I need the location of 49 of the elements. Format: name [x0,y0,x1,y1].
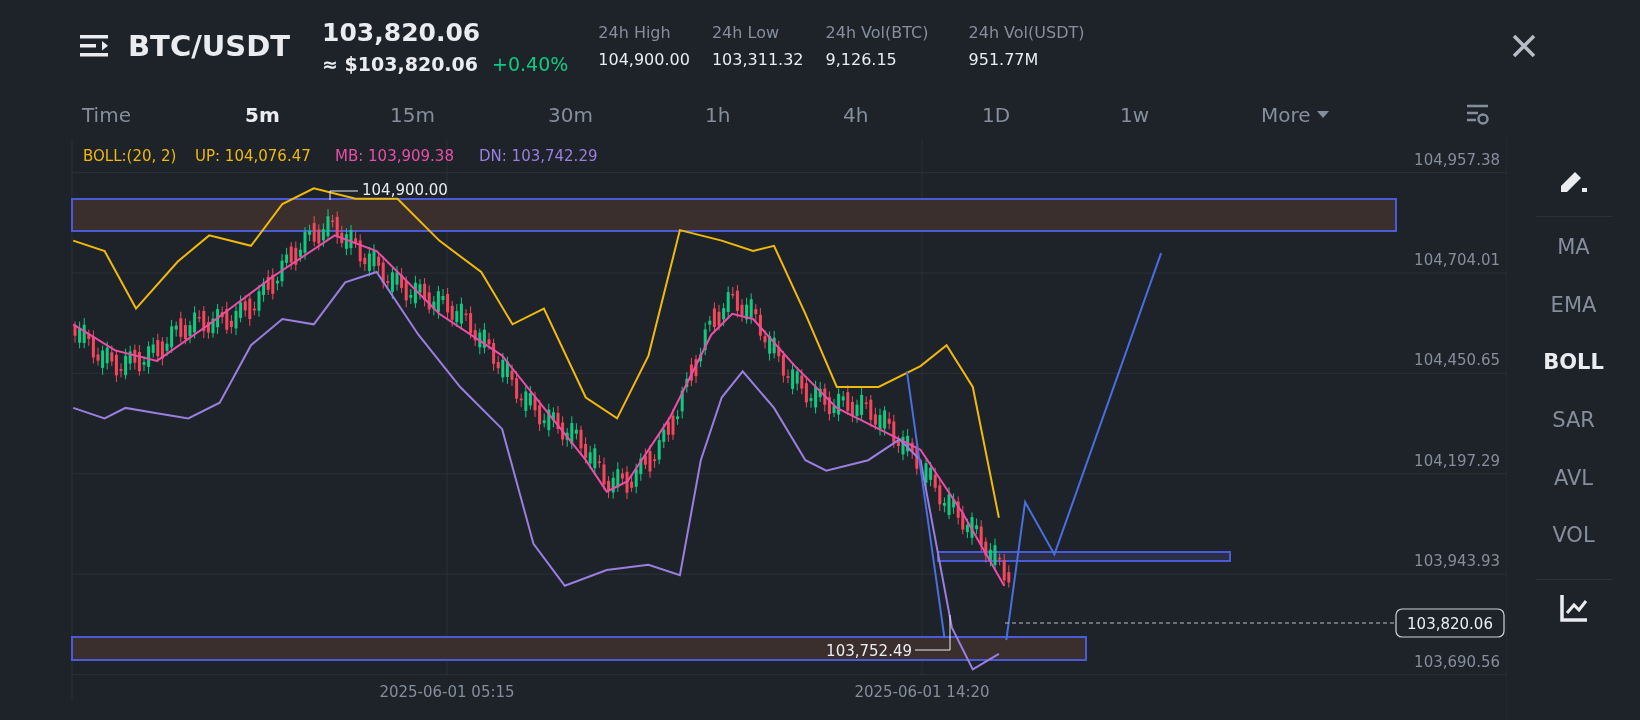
price-axis-label: 104,704.01 [1414,251,1500,269]
indicator-tab[interactable]: VOL [1552,515,1595,574]
leader-line [329,190,359,201]
stat-label: 24h Low [711,23,780,42]
timeframe-tab[interactable]: Time [82,103,131,127]
timeframe-tab[interactable]: 30m [548,103,593,127]
price-axis-label: 104,450.65 [1414,351,1500,370]
indicator-legend-text: BOLL:(20, 2) [83,147,177,165]
indicator-tab[interactable]: AVL [1553,457,1594,516]
more-dropdown[interactable]: More [1261,103,1329,127]
time-axis-label: 2025-06-01 14:20 [854,683,990,701]
price-axis-label: 104,957.38 [1414,150,1500,169]
menu-icon[interactable] [80,34,110,58]
stat-value: 103,311.32 [711,50,804,69]
stat-label: 24h High [598,23,672,42]
timeframe-tab[interactable]: 1w [1120,103,1150,127]
close-icon[interactable] [1512,34,1536,58]
leader-line [914,614,951,651]
caret-icon [1316,111,1329,119]
chart-settings-icon[interactable] [1466,104,1490,126]
low-price-label: 103,752.49 [826,642,912,660]
price-change: +0.40% [492,52,569,75]
chart-icon[interactable] [1559,594,1588,623]
pair-title[interactable]: BTC/USDT [128,29,291,63]
timeframe-tab[interactable]: 1D [982,103,1011,127]
time-axis-label: 2025-06-01 05:15 [379,683,515,701]
timeframe-tab[interactable]: 1h [705,103,731,127]
timeframe-tab[interactable]: 15m [390,103,435,127]
indicator-tab[interactable]: MA [1557,227,1590,285]
indicator-tab[interactable]: SAR [1552,400,1595,458]
stat-value: 104,900.00 [598,50,690,69]
high-price-label: 104,900.00 [362,181,448,199]
indicator-tab[interactable]: BOLL [1543,342,1604,401]
price-axis-label: 103,690.56 [1414,652,1500,671]
indicator-tab[interactable]: EMA [1550,284,1597,343]
timeframe-tab[interactable]: 4h [843,103,869,127]
price-axis-label: 104,197.29 [1414,451,1500,470]
current-price-tag: 103,820.06 [1395,608,1505,638]
price-axis-label: 103,943.93 [1414,552,1500,571]
timeframe-tab[interactable]: 5m [245,103,280,127]
last-price: 103,820.06 [322,17,482,47]
indicator-legend-text: DN: 103,742.29 [479,147,598,165]
usd-price: ≈ $103,820.06 [322,52,478,75]
stat-label: 24h Vol(BTC) [825,23,929,42]
stat-label: 24h Vol(USDT) [968,23,1085,42]
indicator-legend-text: UP: 104,076.47 [195,147,311,165]
stat-value: 9,126.15 [825,50,898,69]
stat-value: 951.77M [968,50,1040,69]
indicator-legend-text: MB: 103,909.38 [335,147,454,165]
